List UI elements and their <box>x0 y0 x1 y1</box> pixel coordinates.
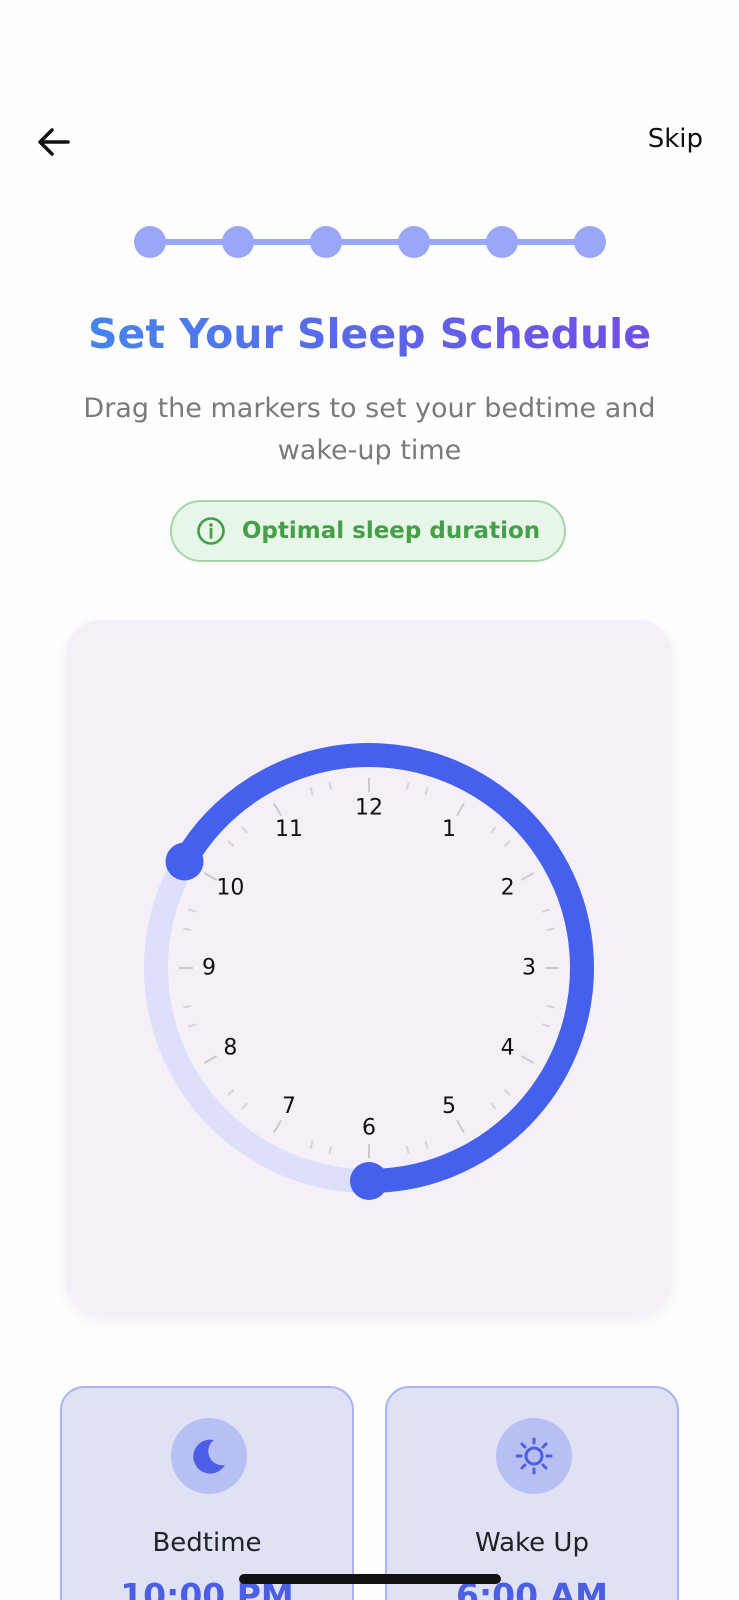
progress-stepper <box>134 226 606 258</box>
minute-tick <box>182 1004 192 1009</box>
minute-tick <box>227 1089 235 1096</box>
hour-tick <box>520 872 535 881</box>
status-badge: Optimal sleep duration <box>170 500 566 562</box>
status-text: Optimal sleep duration <box>241 518 541 544</box>
minute-tick <box>241 1102 248 1110</box>
clock-hour-labels: 121234567891011 <box>202 796 536 1141</box>
minute-tick <box>490 826 497 834</box>
minute-tick <box>328 781 333 791</box>
minute-tick <box>546 1004 556 1009</box>
step-dot <box>134 226 166 258</box>
bedtime-card[interactable]: Bedtime 10:00 PM <box>60 1386 354 1600</box>
clock-hour-label: 11 <box>275 817 303 842</box>
step-dot <box>574 226 606 258</box>
back-button[interactable] <box>32 120 76 164</box>
minute-tick <box>503 840 511 847</box>
wakeup-label: Wake Up <box>475 1528 589 1558</box>
moon-icon <box>193 1439 225 1474</box>
minute-tick <box>182 927 192 932</box>
back-arrow-icon <box>38 128 70 156</box>
minute-tick <box>503 1089 511 1096</box>
clock-ticks <box>179 778 559 1158</box>
home-indicator <box>239 1574 501 1584</box>
minute-tick <box>328 1145 333 1155</box>
hour-tick <box>456 802 465 817</box>
minute-tick <box>541 1023 551 1028</box>
stepper-line <box>146 239 594 245</box>
minute-tick <box>187 1023 197 1028</box>
hour-tick <box>456 1119 465 1134</box>
minute-tick <box>227 840 235 847</box>
skip-button[interactable]: Skip <box>648 124 703 154</box>
hour-tick <box>273 802 282 817</box>
minute-tick <box>241 826 248 834</box>
clock-hour-label: 7 <box>282 1094 296 1119</box>
wake-handle[interactable] <box>350 1162 388 1200</box>
wakeup-card[interactable]: Wake Up 6:00 AM <box>385 1386 679 1600</box>
step-dot <box>222 226 254 258</box>
sleep-clock-dial[interactable]: 121234567891011 <box>66 620 672 1316</box>
step-dot <box>398 226 430 258</box>
bedtime-handle[interactable] <box>165 842 204 881</box>
minute-tick <box>424 786 429 796</box>
sleep-schedule-screen: Skip Set Your Sleep Schedule Drag the ma… <box>0 0 739 1600</box>
minute-tick <box>405 781 410 791</box>
bedtime-label: Bedtime <box>152 1528 262 1558</box>
clock-hour-label: 12 <box>355 796 383 821</box>
info-icon <box>197 517 225 545</box>
clock-hour-label: 2 <box>501 876 515 901</box>
hour-tick <box>203 1055 218 1064</box>
hour-tick <box>203 872 218 881</box>
minute-tick <box>309 1140 314 1150</box>
page-title: Set Your Sleep Schedule <box>0 310 739 358</box>
minute-tick <box>541 908 551 913</box>
clock-hour-label: 5 <box>442 1094 456 1119</box>
step-dot <box>310 226 342 258</box>
wakeup-icon-badge <box>496 1418 572 1494</box>
clock-card: 12 1 2 3 4 5 6 7 8 9 10 11 <box>66 620 672 1316</box>
minute-tick <box>490 1102 497 1110</box>
sun-icon <box>515 1437 553 1475</box>
clock-hour-label: 4 <box>501 1036 515 1061</box>
minute-tick <box>424 1140 429 1150</box>
clock-hour-label: 3 <box>522 956 536 981</box>
hour-tick <box>520 1055 535 1064</box>
clock-hour-label: 9 <box>202 956 216 981</box>
minute-tick <box>546 927 556 932</box>
hour-tick <box>273 1119 282 1134</box>
clock-hour-label: 6 <box>362 1116 376 1141</box>
bedtime-icon-badge <box>171 1418 247 1494</box>
minute-tick <box>405 1145 410 1155</box>
clock-hour-label: 8 <box>223 1036 237 1061</box>
minute-tick <box>187 908 197 913</box>
clock-hour-label: 1 <box>442 817 456 842</box>
minute-tick <box>309 786 314 796</box>
page-subtitle: Drag the markers to set your bedtime and… <box>83 393 656 466</box>
clock-hour-label: 10 <box>216 876 244 901</box>
step-dot <box>486 226 518 258</box>
